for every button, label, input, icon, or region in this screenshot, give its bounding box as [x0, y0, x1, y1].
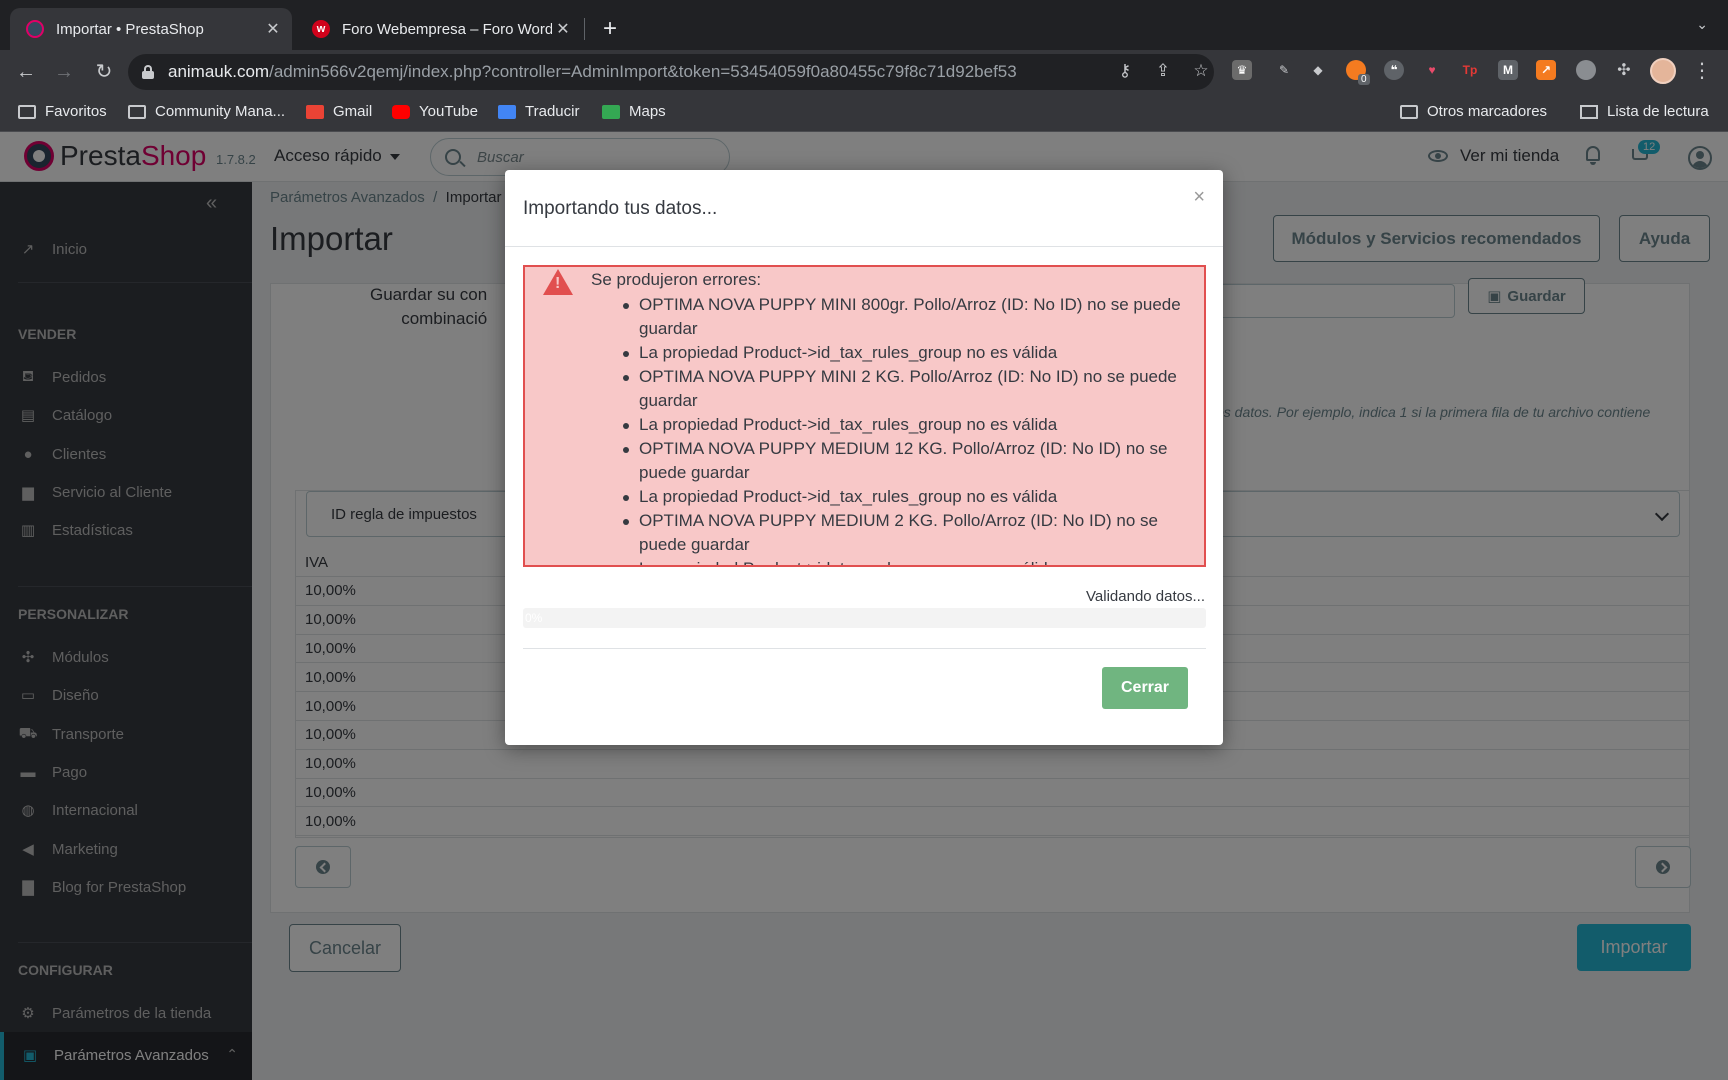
- webempresa-favicon-icon: w: [312, 20, 330, 38]
- crown-extension-icon[interactable]: ♛: [1232, 60, 1252, 80]
- bookmark-community[interactable]: Community Mana...: [128, 103, 285, 120]
- gmail-icon: [306, 104, 324, 119]
- bookmark-favoritos[interactable]: Favoritos: [18, 103, 107, 120]
- close-icon[interactable]: ×: [1193, 186, 1205, 209]
- bookmark-traducir[interactable]: Traducir: [498, 103, 579, 120]
- gray-extension-icon[interactable]: [1576, 60, 1596, 80]
- tab-foro-webempresa[interactable]: w Foro Webempresa – Foro WordPress ✕: [296, 8, 582, 50]
- bookmark-gmail[interactable]: Gmail: [306, 103, 372, 120]
- list-item: OPTIMA NOVA PUPPY MINI 2 KG. Pollo/Arroz…: [591, 365, 1181, 413]
- heart-extension-icon[interactable]: ♥: [1422, 60, 1442, 80]
- progress-bar: 0%: [523, 608, 1206, 628]
- close-tab-icon[interactable]: ✕: [552, 19, 574, 39]
- error-alert: Se produjeron errores: OPTIMA NOVA PUPPY…: [523, 265, 1206, 567]
- dropbox-extension-icon[interactable]: ◆: [1308, 60, 1328, 80]
- reload-icon[interactable]: ↻: [92, 60, 116, 84]
- error-list: OPTIMA NOVA PUPPY MINI 800gr. Pollo/Arro…: [591, 293, 1181, 565]
- tab-title: Importar • PrestaShop: [56, 20, 204, 38]
- m-extension-icon[interactable]: M: [1498, 60, 1518, 80]
- analytics-extension-icon[interactable]: ↗: [1536, 60, 1556, 80]
- puzzle-extensions-icon[interactable]: ✣: [1614, 60, 1634, 80]
- list-item: OPTIMA NOVA PUPPY MEDIUM 12 KG. Pollo/Ar…: [591, 437, 1181, 485]
- import-progress-modal: Importando tus datos... × Se produjeron …: [505, 170, 1223, 745]
- tab-separator: [584, 18, 585, 40]
- tab-title: Foro Webempresa – Foro WordPress: [342, 20, 552, 38]
- list-item: La propiedad Product->id_tax_rules_group…: [591, 413, 1181, 437]
- list-item: La propiedad Product->id_tax_rules_group…: [591, 341, 1181, 365]
- warning-icon: [543, 269, 573, 295]
- tp-extension-icon[interactable]: Tp: [1460, 60, 1480, 80]
- bookmark-star-icon[interactable]: ☆: [1190, 61, 1212, 81]
- profile-avatar[interactable]: [1650, 58, 1676, 84]
- tab-importar[interactable]: Importar • PrestaShop ✕: [10, 8, 292, 50]
- url-text: animauk.com/admin566v2qemj/index.php?con…: [168, 62, 1017, 81]
- list-item: La propiedad Product->id_tax_rules_group…: [591, 485, 1181, 509]
- extension-badge: 0: [1358, 74, 1370, 85]
- prestashop-favicon-icon: [26, 20, 44, 38]
- lock-icon: [142, 65, 154, 79]
- share-icon[interactable]: ⇪: [1152, 61, 1174, 81]
- folder-icon: [1400, 104, 1418, 119]
- pen-extension-icon[interactable]: ✎: [1274, 60, 1294, 80]
- bookmark-youtube[interactable]: YouTube: [392, 103, 478, 120]
- bookmark-maps[interactable]: Maps: [602, 103, 666, 120]
- maps-icon: [602, 104, 620, 119]
- modal-title: Importando tus datos...: [523, 198, 718, 219]
- close-button[interactable]: Cerrar: [1102, 667, 1188, 709]
- browser-toolbar: ← → ↻ animauk.com/admin566v2qemj/index.p…: [0, 50, 1728, 94]
- reading-list-icon: [1580, 104, 1598, 119]
- alert-heading: Se produjeron errores:: [591, 270, 762, 289]
- close-tab-icon[interactable]: ✕: [262, 19, 284, 39]
- address-bar[interactable]: animauk.com/admin566v2qemj/index.php?con…: [128, 54, 1214, 90]
- bookmarks-bar: Favoritos Community Mana... Gmail YouTub…: [0, 94, 1728, 132]
- back-arrow-icon[interactable]: ←: [14, 60, 38, 84]
- browser-tab-bar: Importar • PrestaShop ✕ w Foro Webempres…: [0, 0, 1728, 50]
- bookmark-otros-marcadores[interactable]: Otros marcadores: [1400, 103, 1547, 120]
- translate-icon: [498, 104, 516, 119]
- browser-menu-icon[interactable]: ⋮: [1692, 58, 1712, 84]
- list-item: La propiedad Product->id_tax_rules_group…: [591, 557, 1181, 565]
- list-item: OPTIMA NOVA PUPPY MEDIUM 2 KG. Pollo/Arr…: [591, 509, 1181, 557]
- validation-status: Validando datos...: [1086, 588, 1205, 605]
- tab-search-chevron-icon[interactable]: ⌄: [1696, 16, 1708, 33]
- reading-list[interactable]: Lista de lectura: [1580, 103, 1709, 120]
- modal-footer-divider: [523, 648, 1206, 649]
- youtube-icon: [392, 104, 410, 119]
- forward-arrow-icon[interactable]: →: [52, 60, 76, 84]
- modal-divider: [505, 246, 1223, 247]
- folder-icon: [18, 104, 36, 119]
- list-item: OPTIMA NOVA PUPPY MINI 800gr. Pollo/Arro…: [591, 293, 1181, 341]
- folder-icon: [128, 104, 146, 119]
- progress-label: 0%: [525, 611, 543, 625]
- key-icon[interactable]: ⚷: [1114, 61, 1136, 81]
- chat-extension-icon[interactable]: ❝: [1384, 60, 1404, 80]
- new-tab-icon[interactable]: +: [598, 14, 622, 44]
